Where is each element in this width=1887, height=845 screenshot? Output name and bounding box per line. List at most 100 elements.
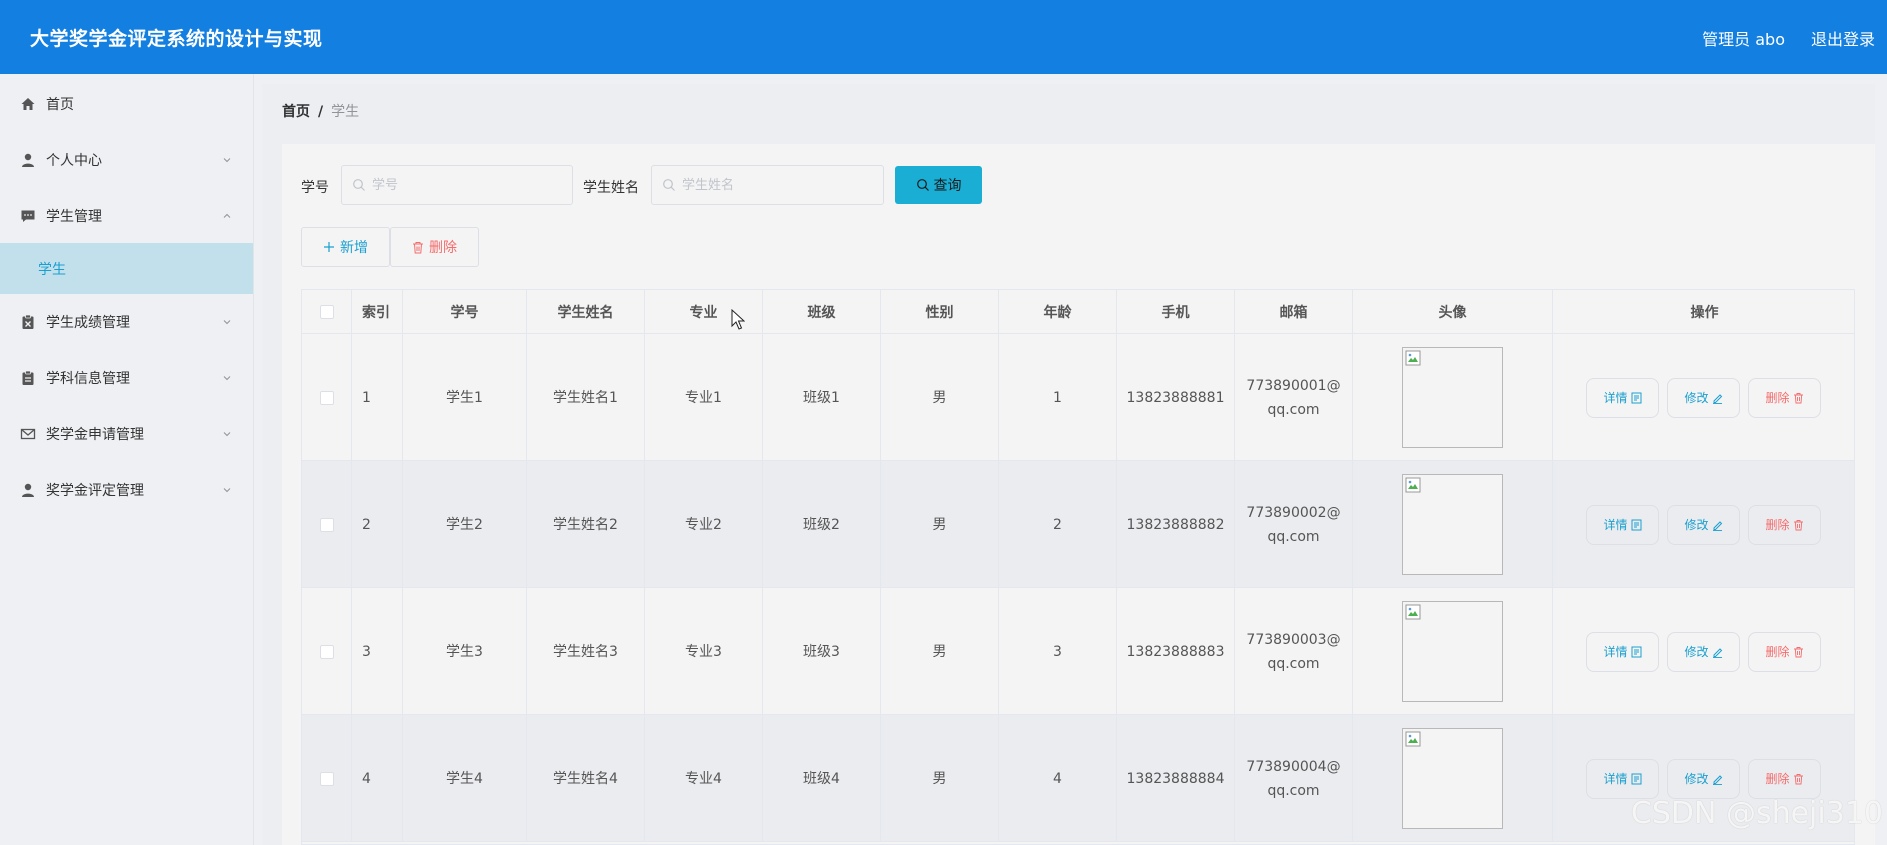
edit-button[interactable]: 修改 — [1667, 759, 1740, 799]
edit-button-label: 修改 — [1684, 645, 1709, 659]
student-name: 学生姓名4 — [527, 715, 645, 842]
sidebar-item-subjects[interactable]: 学科信息管理 — [0, 350, 253, 406]
sidebar-item-home[interactable]: 首页 — [0, 76, 253, 132]
student-class: 班级4 — [763, 715, 881, 842]
sidebar-item-label: 奖学金申请管理 — [46, 427, 144, 443]
column-header[interactable]: 年龄 — [999, 290, 1117, 334]
avatar[interactable] — [1402, 728, 1503, 829]
email-line: qq.com — [1267, 401, 1320, 418]
logout-link[interactable]: 退出登录 — [1811, 26, 1875, 50]
breadcrumb-current: 学生 — [331, 104, 360, 120]
column-header[interactable]: 手机 — [1117, 290, 1235, 334]
row-index: 2 — [352, 461, 403, 588]
breadcrumb-home[interactable]: 首页 — [282, 104, 310, 120]
document-icon — [1631, 519, 1641, 531]
detail-button[interactable]: 详情 — [1586, 378, 1659, 418]
column-header[interactable]: 学生姓名 — [527, 290, 645, 334]
detail-button[interactable]: 详情 — [1586, 632, 1659, 672]
table-row: 3 学生3 学生姓名3 专业3 班级3 男 3 13823888883 773890003@ qq… — [302, 588, 1854, 715]
chat-icon — [20, 208, 36, 224]
student-name-label: 学生姓名 — [583, 180, 639, 196]
student-id: 学生1 — [403, 334, 527, 461]
broken-image-icon — [1405, 731, 1421, 747]
row-checkbox[interactable] — [319, 390, 334, 405]
edit-button-label: 修改 — [1684, 518, 1709, 532]
document-icon — [1631, 392, 1641, 404]
add-button-label: 新增 — [340, 240, 368, 256]
select-all-cell — [302, 290, 352, 334]
row-delete-button[interactable]: 删除 — [1748, 632, 1821, 672]
row-select-cell — [302, 715, 352, 842]
student-name-search[interactable] — [651, 165, 884, 205]
student-major: 专业1 — [645, 334, 763, 461]
edit-icon — [1712, 648, 1722, 658]
select-all-checkbox[interactable] — [319, 304, 334, 319]
sidebar: 首页 个人中心 学生管理 学生 学生成绩管理 学科信息管理 奖学金申请管理 奖学… — [0, 74, 254, 845]
row-checkbox[interactable] — [319, 644, 334, 659]
column-header[interactable]: 班级 — [763, 290, 881, 334]
row-delete-button-label: 删除 — [1765, 645, 1790, 659]
row-checkbox[interactable] — [319, 771, 334, 786]
column-header[interactable]: 性别 — [881, 290, 999, 334]
student-class: 班级3 — [763, 588, 881, 715]
chevron-down-icon — [223, 432, 231, 437]
row-delete-button[interactable]: 删除 — [1748, 378, 1821, 418]
current-user: 管理员 abo — [1702, 30, 1785, 49]
chevron-down-icon — [223, 376, 231, 381]
avatar[interactable] — [1402, 601, 1503, 702]
student-id-search[interactable] — [341, 165, 573, 205]
edit-button[interactable]: 修改 — [1667, 505, 1740, 545]
sidebar-item-scholarship-apply[interactable]: 奖学金申请管理 — [0, 406, 253, 462]
email-line: qq.com — [1267, 655, 1320, 672]
sidebar-item-scholarship-eval[interactable]: 奖学金评定管理 — [0, 462, 253, 518]
sidebar-subitem-student[interactable]: 学生 — [0, 243, 253, 294]
student-age: 3 — [999, 588, 1117, 715]
avatar[interactable] — [1402, 474, 1503, 575]
student-name: 学生姓名3 — [527, 588, 645, 715]
row-delete-button-label: 删除 — [1765, 772, 1790, 786]
query-button[interactable]: 查询 — [895, 166, 982, 204]
row-index: 1 — [352, 334, 403, 461]
row-checkbox[interactable] — [319, 517, 334, 532]
search-icon — [916, 179, 929, 191]
student-phone: 13823888883 — [1117, 588, 1235, 715]
search-icon — [663, 179, 675, 191]
edit-button[interactable]: 修改 — [1667, 632, 1740, 672]
mail-icon — [20, 426, 36, 442]
column-header[interactable]: 邮箱 — [1235, 290, 1353, 334]
edit-button-label: 修改 — [1684, 772, 1709, 786]
sidebar-item-grades[interactable]: 学生成绩管理 — [0, 294, 253, 350]
email-line: 773890003@ — [1246, 631, 1341, 648]
row-index: 4 — [352, 715, 403, 842]
trash-icon — [1793, 393, 1803, 404]
column-header[interactable]: 操作 — [1553, 290, 1854, 334]
column-header[interactable]: 学号 — [403, 290, 527, 334]
delete-button[interactable]: 删除 — [390, 227, 479, 267]
edit-button[interactable]: 修改 — [1667, 378, 1740, 418]
table-row: 4 学生4 学生姓名4 专业4 班级4 男 4 13823888884 773890004@ qq… — [302, 715, 1854, 842]
column-header[interactable]: 专业 — [645, 290, 763, 334]
student-phone: 13823888884 — [1117, 715, 1235, 842]
column-header[interactable]: 索引 — [352, 290, 403, 334]
student-name-input[interactable] — [682, 166, 877, 204]
home-icon — [20, 96, 36, 112]
search-icon — [353, 179, 365, 191]
row-delete-button-label: 删除 — [1765, 518, 1790, 532]
chevron-down-icon — [223, 320, 231, 325]
watermark: CSDN @sheji310 — [1630, 796, 1883, 831]
row-delete-button[interactable]: 删除 — [1748, 759, 1821, 799]
broken-image-icon — [1405, 604, 1421, 620]
operations-cell: 详情 修改 删除 — [1553, 588, 1854, 715]
trash-icon — [1793, 647, 1803, 658]
student-id-input[interactable] — [372, 166, 566, 204]
chevron-down-icon — [223, 488, 231, 493]
row-delete-button[interactable]: 删除 — [1748, 505, 1821, 545]
sidebar-item-profile[interactable]: 个人中心 — [0, 132, 253, 188]
add-button[interactable]: 新增 — [301, 227, 390, 267]
column-header[interactable]: 头像 — [1353, 290, 1553, 334]
detail-button[interactable]: 详情 — [1586, 759, 1659, 799]
detail-button[interactable]: 详情 — [1586, 505, 1659, 545]
sidebar-item-student-mgmt[interactable]: 学生管理 — [0, 188, 253, 244]
avatar[interactable] — [1402, 347, 1503, 448]
sidebar-item-label: 学生成绩管理 — [46, 315, 130, 331]
